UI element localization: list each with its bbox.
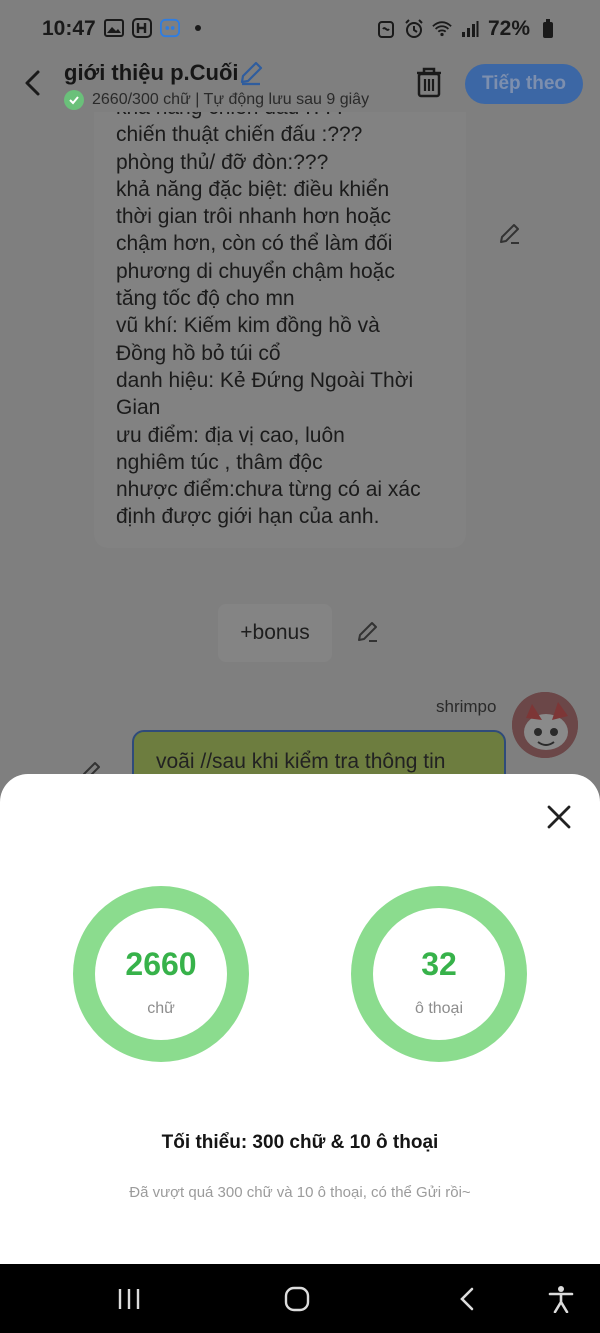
alarm-icon bbox=[404, 19, 424, 39]
bubble-line: phương di chuyển chậm hoặc bbox=[116, 259, 395, 283]
trash-icon bbox=[417, 67, 441, 98]
editor-header: giới thiệu p.Cuối 2660/300 chữ | Tự động… bbox=[0, 56, 600, 114]
dialog-count-inner: 32 ô thoại bbox=[373, 908, 505, 1040]
battery-icon bbox=[538, 19, 558, 39]
bubble-line: khả năng đặc biệt: điều khiển bbox=[116, 177, 390, 201]
word-count-value: 2660 bbox=[125, 946, 197, 982]
system-icons: 72% bbox=[376, 17, 558, 41]
save-status: 2660/300 chữ | Tự động lưu sau 9 giây bbox=[64, 90, 394, 110]
word-count-label: chữ bbox=[147, 1000, 175, 1017]
close-icon bbox=[547, 805, 571, 829]
accessibility-button[interactable] bbox=[544, 1282, 578, 1316]
bubble-text: khả năng chiến đấu :??? chiến thuật chiế… bbox=[116, 112, 421, 531]
dot-icon bbox=[188, 18, 208, 38]
dialog-count-ring: 32 ô thoại bbox=[351, 886, 527, 1062]
bubble-line: Gian bbox=[116, 396, 161, 420]
bubble-line: nghiêm túc , thâm độc bbox=[116, 450, 323, 474]
bubble-line: chiến thuật chiến đấu :??? bbox=[116, 123, 363, 147]
pencil-icon bbox=[500, 224, 519, 244]
pencil-icon bbox=[240, 61, 263, 86]
home-icon bbox=[284, 1286, 310, 1312]
bubble-line: nhược điểm:chưa từng có ai xác bbox=[116, 478, 421, 502]
bubble-line: danh hiệu: Kẻ Đứng Ngoài Thời bbox=[116, 368, 414, 392]
bubble-line: chậm hơn, còn có thể làm đối bbox=[116, 232, 393, 256]
back-arrow-icon bbox=[460, 1287, 474, 1311]
check-icon bbox=[64, 90, 84, 110]
accessibility-icon bbox=[548, 1286, 574, 1313]
navigation-bar bbox=[0, 1264, 600, 1333]
bubble-line: thời gian trôi nhanh hơn hoặc bbox=[116, 205, 392, 229]
signal-icon bbox=[460, 19, 480, 39]
nfc-icon bbox=[376, 19, 396, 39]
delete-button[interactable] bbox=[414, 66, 444, 98]
recent-apps-button[interactable] bbox=[112, 1282, 146, 1316]
word-count-ring: 2660 chữ bbox=[73, 886, 249, 1062]
username: shrimpo bbox=[436, 697, 497, 716]
home-button[interactable] bbox=[280, 1282, 314, 1316]
app-h-icon bbox=[132, 18, 152, 38]
nav-back-button[interactable] bbox=[450, 1282, 484, 1316]
message-text: voãi //sau khi kiểm tra thông tin bbox=[156, 750, 446, 773]
dialog-count-label: ô thoại bbox=[414, 1000, 464, 1017]
stats-sheet: 2660 chữ 32 ô thoại Tối thiểu: 300 chữ &… bbox=[0, 774, 600, 1264]
avatar[interactable] bbox=[512, 692, 578, 758]
bubble-line: ưu điểm: địa vị cao, luôn bbox=[116, 423, 345, 447]
bubble-line: tăng tốc độ cho mn bbox=[116, 287, 295, 311]
status-time: 10:47 bbox=[42, 17, 96, 40]
bubble-line: khả năng chiến đấu :??? bbox=[116, 112, 421, 121]
gallery-icon bbox=[104, 18, 124, 38]
app-blue-icon bbox=[160, 18, 180, 38]
next-button[interactable]: Tiếp theo bbox=[465, 64, 583, 104]
bonus-bubble[interactable]: +bonus bbox=[218, 604, 332, 662]
bubble-line: định được giới hạn của anh. bbox=[116, 505, 380, 529]
minimum-requirement: Tối thiểu: 300 chữ & 10 ô thoại bbox=[161, 1132, 439, 1153]
dialog-count-value: 32 bbox=[421, 946, 457, 982]
edit-bubble-button[interactable] bbox=[498, 222, 522, 246]
wifi-icon bbox=[432, 19, 452, 39]
bubble-line: vũ khí: Kiếm kim đồng hồ và bbox=[116, 314, 380, 338]
status-bar: 10:47 72% bbox=[0, 0, 600, 60]
word-count-inner: 2660 chữ bbox=[95, 908, 227, 1040]
back-button[interactable] bbox=[18, 68, 48, 98]
recent-apps-icon bbox=[118, 1289, 140, 1309]
edit-title-button[interactable] bbox=[238, 60, 264, 86]
chevron-left-icon bbox=[25, 70, 40, 96]
bubble-line: phòng thủ/ đỡ đòn:??? bbox=[116, 150, 329, 174]
page-title: giới thiệu p.Cuối bbox=[64, 60, 239, 85]
character-info-bubble[interactable]: khả năng chiến đấu :??? chiến thuật chiế… bbox=[94, 112, 466, 548]
close-button[interactable] bbox=[544, 802, 574, 832]
battery-percent: 72% bbox=[487, 17, 530, 40]
pencil-icon bbox=[358, 622, 377, 642]
notification-icons bbox=[104, 18, 208, 38]
edit-bonus-button[interactable] bbox=[356, 620, 380, 644]
save-status-text: 2660/300 chữ | Tự động lưu sau 9 giây bbox=[92, 91, 370, 108]
requirement-note: Đã vượt quá 300 chữ và 10 ô thoại, có th… bbox=[129, 1184, 471, 1201]
bubble-line: Đồng hồ bỏ túi cổ bbox=[116, 341, 281, 365]
